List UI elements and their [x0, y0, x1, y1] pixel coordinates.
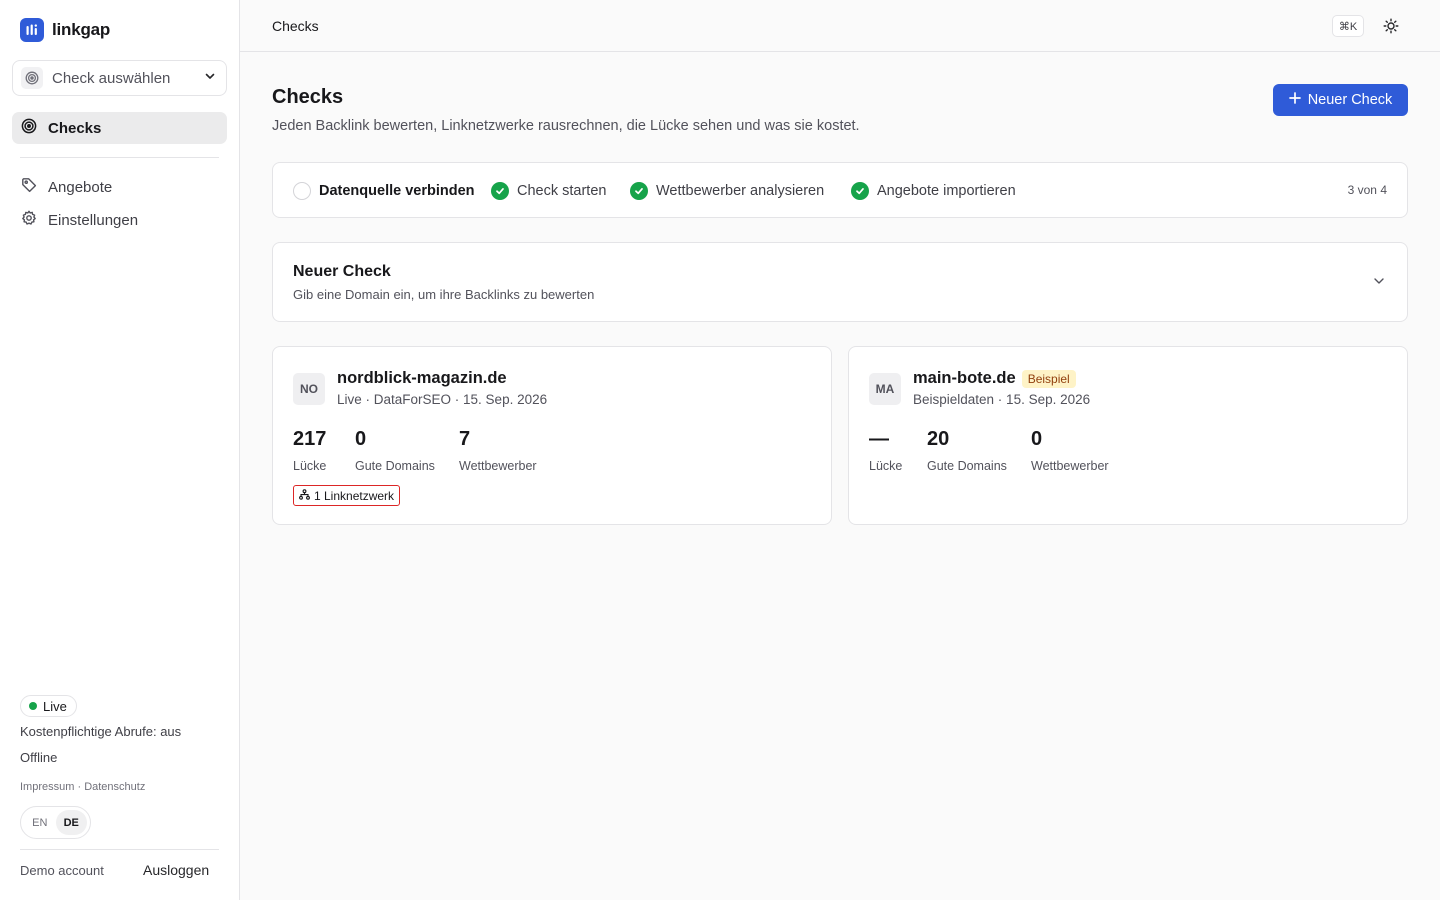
check-meta: Live · DataForSEO · 15. Sep. 2026	[337, 392, 548, 407]
page-subtitle: Jeden Backlink bewerten, Linknetzwerke r…	[272, 118, 860, 134]
logout-button[interactable]: Ausloggen	[143, 862, 209, 878]
steps-progress: 3 von 4	[1347, 183, 1387, 197]
step-connect-datasource[interactable]: Datenquelle verbinden	[293, 163, 475, 219]
stat-value: 0	[1031, 428, 1043, 450]
legal-links: Impressum · Datenschutz	[20, 781, 145, 793]
example-badge: Beispiel	[1021, 369, 1076, 388]
connection-status: Offline	[20, 750, 58, 765]
stat-good-domains: 20 Gute Domains	[927, 426, 1007, 473]
status-dot	[29, 702, 37, 710]
legal-separator: ·	[74, 781, 85, 793]
breadcrumb: Checks	[272, 18, 319, 34]
stat-value: 0	[355, 428, 367, 450]
stat-label: Wettbewerber	[1031, 459, 1109, 473]
brand[interactable]: linkgap	[20, 18, 110, 42]
app-name: linkgap	[52, 20, 111, 39]
gear-icon	[21, 210, 37, 230]
new-check-panel[interactable]: Neuer Check Gib eine Domain ein, um ihre…	[272, 242, 1408, 322]
link-network-label: 1 Linknetzwerk	[314, 488, 395, 503]
sidebar: linkgap Check auswählen Checks Angebote	[0, 0, 240, 900]
stat-label: Lücke	[869, 459, 903, 473]
sidebar-item-label: Angebote	[48, 178, 113, 196]
chevron-down-icon	[204, 69, 216, 87]
onboarding-steps: Datenquelle verbinden Check starten Wett…	[272, 162, 1408, 218]
new-check-panel-subtitle: Gib eine Domain ein, um ihre Backlinks z…	[293, 287, 595, 302]
stat-value: —	[869, 428, 889, 450]
step-label: Wettbewerber analysieren	[656, 183, 825, 199]
lang-de-button[interactable]: DE	[55, 810, 87, 835]
target-icon	[21, 67, 43, 89]
check-select-label: Check auswählen	[52, 69, 171, 87]
sidebar-item-checks[interactable]: Checks	[12, 112, 227, 144]
step-import-offers[interactable]: Angebote importieren	[851, 163, 1016, 219]
stat-label: Wettbewerber	[459, 459, 537, 473]
link-network-badge[interactable]: 1 Linknetzwerk	[293, 485, 401, 506]
imprint-link[interactable]: Impressum	[20, 781, 74, 793]
plus-icon	[1288, 92, 1301, 108]
check-domain-name: nordblick-magazin.de	[337, 369, 507, 387]
check-circle-icon	[630, 182, 648, 200]
account-label: Demo account	[20, 863, 104, 878]
stat-value: 7	[459, 428, 471, 450]
divider	[20, 849, 219, 850]
stat-competitors: 7 Wettbewerber	[459, 426, 537, 473]
check-card[interactable]: MA main-bote.de Beispiel Beispieldaten ·…	[848, 346, 1408, 525]
paid-requests-status: Kostenpflichtige Abrufe: aus	[20, 724, 182, 739]
sidebar-item-settings[interactable]: Einstellungen	[12, 204, 227, 236]
language-toggle: EN DE	[20, 806, 91, 839]
stat-competitors: 0 Wettbewerber	[1031, 426, 1109, 473]
check-card[interactable]: NO nordblick-magazin.de Live · DataForSE…	[272, 346, 832, 525]
check-domain: main-bote.de Beispiel	[913, 369, 1076, 388]
stat-gap: — Lücke	[869, 426, 902, 473]
stat-label: Gute Domains	[927, 459, 1007, 473]
step-label: Angebote importieren	[877, 183, 1016, 199]
check-circle-icon	[851, 182, 869, 200]
lang-en-button[interactable]: EN	[24, 810, 56, 835]
stat-gap: 217 Lücke	[293, 426, 326, 473]
avatar: MA	[869, 373, 901, 405]
step-start-check[interactable]: Check starten	[491, 163, 606, 219]
tag-icon	[21, 177, 37, 197]
stat-value: 217	[293, 428, 327, 450]
stat-value: 20	[927, 428, 950, 450]
new-check-button-label: Neuer Check	[1307, 92, 1393, 108]
check-circle-icon	[491, 182, 509, 200]
stat-good-domains: 0 Gute Domains	[355, 426, 435, 473]
avatar: NO	[293, 373, 325, 405]
page-title: Checks	[272, 86, 344, 108]
new-check-button[interactable]: Neuer Check	[1273, 84, 1408, 116]
stat-label: Lücke	[293, 459, 327, 473]
circle-icon	[293, 182, 311, 200]
sidebar-item-label: Checks	[48, 119, 102, 137]
step-analyze-competitors[interactable]: Wettbewerber analysieren	[630, 163, 824, 219]
sidebar-item-offers[interactable]: Angebote	[12, 171, 227, 203]
top-bar: Checks ⌘K	[240, 0, 1440, 52]
check-select-dropdown[interactable]: Check auswählen	[12, 60, 227, 96]
status-label: Live	[43, 698, 67, 714]
status-badge: Live	[20, 695, 77, 717]
sun-icon[interactable]	[1381, 16, 1401, 36]
step-label: Check starten	[517, 183, 607, 199]
divider	[20, 157, 219, 158]
network-icon	[299, 488, 310, 503]
sidebar-item-label: Einstellungen	[48, 211, 139, 229]
stat-label: Gute Domains	[355, 459, 435, 473]
chevron-down-icon	[1371, 273, 1387, 289]
target-icon	[21, 118, 37, 138]
privacy-link[interactable]: Datenschutz	[84, 781, 145, 793]
check-meta: Beispieldaten · 15. Sep. 2026	[913, 392, 1091, 407]
new-check-panel-title: Neuer Check	[293, 263, 391, 280]
step-label: Datenquelle verbinden	[319, 183, 475, 199]
check-domain: nordblick-magazin.de	[337, 369, 507, 388]
check-domain-name: main-bote.de	[913, 369, 1016, 387]
command-palette-shortcut[interactable]: ⌘K	[1332, 15, 1364, 37]
logo-icon	[20, 18, 44, 42]
